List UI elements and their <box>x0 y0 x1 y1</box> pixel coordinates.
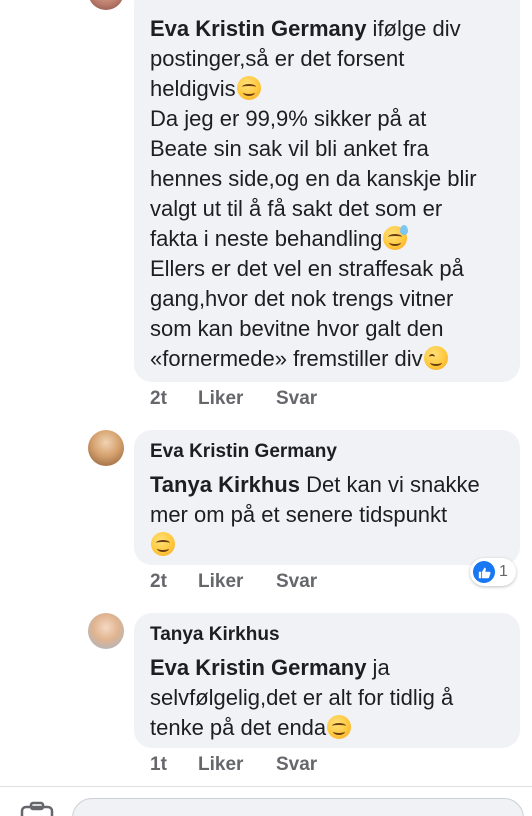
comment-line: hennes side,og en da kanskje blir <box>150 166 477 191</box>
comment-actions: 2t Liker Svar <box>150 388 317 410</box>
avatar[interactable] <box>88 430 124 466</box>
comment-line: Det kan vi snakke <box>299 472 480 497</box>
like-button[interactable]: Liker <box>198 571 276 593</box>
comment-line: «fornermede» fremstiller div <box>150 346 423 371</box>
smiling-face-emoji <box>327 715 352 739</box>
avatar[interactable] <box>88 0 124 10</box>
comment-actions: 2t Liker Svar <box>150 571 317 593</box>
comment-author[interactable]: Eva Kristin Germany <box>150 440 504 464</box>
comment-input[interactable] <box>72 798 524 816</box>
comment-bubble: Eva Kristin Germany ifølge div postinger… <box>134 0 520 382</box>
comment-line: Beate sin sak vil bli anket fra <box>150 136 429 161</box>
thumbs-up-icon <box>473 561 495 583</box>
like-button[interactable]: Liker <box>198 388 276 410</box>
comment-author[interactable]: Tanya Kirkhus <box>150 623 504 647</box>
mention-link[interactable]: Eva Kristin Germany <box>150 655 366 680</box>
reaction-count: 1 <box>499 563 508 580</box>
comment-bubble: Eva Kristin Germany Tanya Kirkhus Det ka… <box>134 430 520 565</box>
comment-line: Ellers er det vel en straffesak på <box>150 256 464 281</box>
smiling-face-emoji <box>236 76 261 100</box>
comment-line: som kan bevitne hvor galt den <box>150 316 444 341</box>
camera-icon[interactable] <box>20 801 54 816</box>
comment-actions: 1t Liker Svar <box>150 754 317 776</box>
mention-link[interactable]: Eva Kristin Germany <box>150 16 366 41</box>
avatar[interactable] <box>88 613 124 649</box>
comment-text: Eva Kristin Germany ifølge div postinger… <box>150 14 504 374</box>
grinning-sweat-emoji <box>383 225 409 250</box>
comment-line: selvfølgelig,det er alt for tidlig å <box>150 685 454 710</box>
comment-line: mer om på et senere tidspunkt <box>150 502 448 527</box>
comment-time: 1t <box>150 754 167 775</box>
winking-face-emoji <box>423 346 448 370</box>
comment-line: fakta i neste behandling <box>150 226 383 251</box>
reply-button[interactable]: Svar <box>276 388 317 410</box>
comment-bubble: Tanya Kirkhus Eva Kristin Germany ja sel… <box>134 613 520 748</box>
mention-link[interactable]: Tanya Kirkhus <box>150 472 300 497</box>
comment-line: ifølge div <box>366 16 461 41</box>
reply-button[interactable]: Svar <box>276 754 317 776</box>
comment-time: 2t <box>150 388 167 409</box>
comment-time: 2t <box>150 571 167 592</box>
comment-text: Eva Kristin Germany ja selvfølgelig,det … <box>150 653 504 743</box>
comment-line: heldigvis <box>150 76 236 101</box>
comment-line: tenke på det enda <box>150 715 327 740</box>
reaction-summary[interactable]: 1 <box>470 558 516 586</box>
comment-line: Da jeg er 99,9% sikker på at <box>150 106 427 131</box>
smiling-face-emoji <box>151 532 175 556</box>
comment-text: Tanya Kirkhus Det kan vi snakke mer om p… <box>150 470 504 560</box>
comment-line: gang,hvor det nok trengs vitner <box>150 286 454 311</box>
comment-line: postinger,så er det forsent <box>150 46 405 71</box>
like-button[interactable]: Liker <box>198 754 276 776</box>
comment-line: valgt ut til å få sakt det som er <box>150 196 443 221</box>
comment-line: ja <box>366 655 390 680</box>
reply-button[interactable]: Svar <box>276 571 317 593</box>
